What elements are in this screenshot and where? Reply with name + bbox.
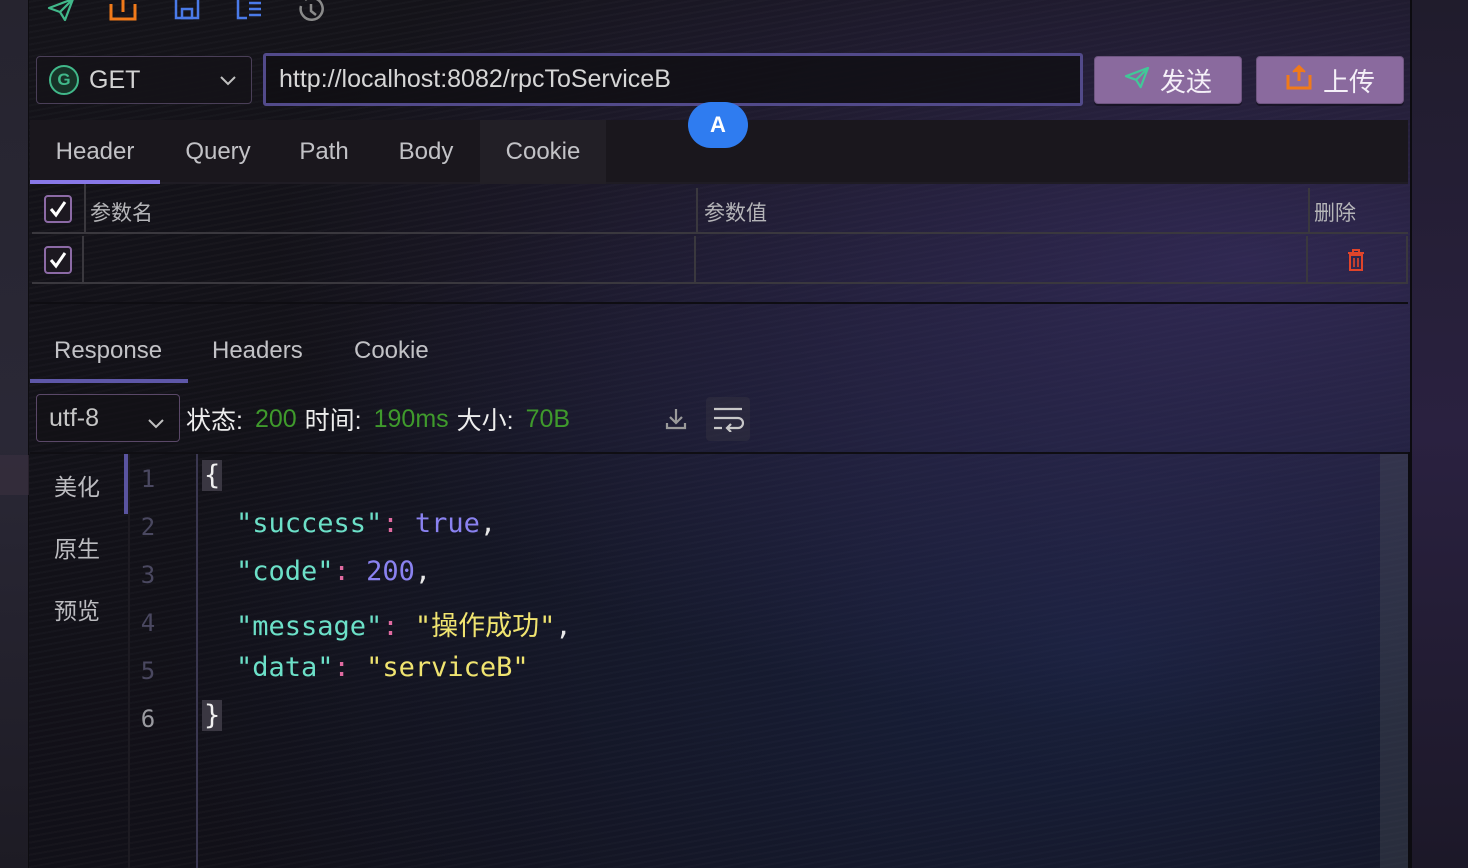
close-brace: }: [202, 700, 223, 731]
upload-icon: [1285, 63, 1313, 98]
divider: [128, 454, 130, 868]
send-label: 发送: [1159, 66, 1212, 97]
column-param-value: 参数值: [704, 202, 767, 225]
save-icon[interactable]: [172, 0, 202, 24]
tab-header[interactable]: Header: [30, 120, 160, 184]
line-number: 1: [140, 465, 156, 493]
line-number: 6: [140, 705, 156, 733]
method-select[interactable]: G GET: [36, 56, 252, 104]
view-mode-preview[interactable]: 预览: [54, 592, 100, 626]
tab-query[interactable]: Query: [160, 120, 276, 184]
params-table: 参数名 参数值 删除: [30, 184, 1408, 304]
encoding-select[interactable]: utf-8: [36, 394, 180, 442]
code-line: {: [202, 460, 223, 491]
encoding-value: utf-8: [49, 403, 100, 432]
response-status-line: 状态: 200 时间: 190ms 大小: 70B: [186, 400, 578, 438]
code-line: "data": "serviceB": [236, 652, 529, 683]
json-value: true: [414, 508, 480, 539]
status-label: 状态:: [186, 407, 243, 435]
left-sidebar-edge: [0, 0, 29, 868]
line-number: 5: [140, 657, 156, 685]
method-badge: G: [49, 65, 79, 95]
view-mode-raw[interactable]: 原生: [54, 530, 100, 564]
divider: [30, 452, 1408, 454]
view-mode-pretty[interactable]: 美化: [54, 468, 100, 502]
tab-response[interactable]: Response: [54, 320, 162, 382]
vertical-scrollbar[interactable]: [1380, 454, 1408, 868]
document-list-icon[interactable]: [234, 0, 264, 24]
json-key: "data": [236, 652, 334, 683]
size-value: 70B: [525, 404, 571, 433]
trash-icon[interactable]: [1346, 249, 1366, 276]
json-value: "操作成功": [414, 611, 556, 642]
export-icon[interactable]: [108, 0, 138, 24]
tab-response-headers[interactable]: Headers: [212, 320, 303, 382]
size-label: 大小:: [456, 407, 514, 435]
json-value: "serviceB": [366, 652, 529, 683]
word-wrap-icon[interactable]: [706, 397, 750, 441]
tab-cookie[interactable]: Cookie: [480, 120, 606, 184]
upload-button[interactable]: 上传: [1256, 56, 1404, 104]
upload-label: 上传: [1322, 66, 1375, 97]
tab-path[interactable]: Path: [276, 120, 372, 184]
code-line: "code": 200,: [236, 556, 432, 587]
column-param-name: 参数名: [90, 202, 153, 225]
select-all-checkbox[interactable]: [44, 195, 72, 223]
json-value: 200: [366, 556, 415, 587]
param-name-input[interactable]: [84, 236, 694, 284]
send-icon: [1124, 65, 1150, 96]
line-number: 2: [140, 513, 156, 541]
history-icon[interactable]: [296, 0, 326, 24]
send-icon[interactable]: [46, 0, 76, 24]
table-row: [32, 236, 1408, 284]
status-value: 200: [254, 404, 297, 433]
json-key: "message": [236, 611, 383, 642]
param-value-input[interactable]: [696, 236, 1306, 284]
method-value: GET: [89, 65, 141, 94]
chevron-down-icon: [219, 71, 237, 89]
divider: [1408, 452, 1411, 868]
line-number: 3: [140, 561, 156, 589]
url-input[interactable]: http://localhost:8082/rpcToServiceB: [263, 53, 1083, 106]
code-line: "success": true,: [236, 508, 497, 539]
line-number: 4: [140, 609, 156, 637]
send-button[interactable]: 发送: [1094, 56, 1242, 104]
cursor-badge: A: [688, 102, 748, 148]
open-brace: {: [202, 460, 223, 491]
tab-response-cookie[interactable]: Cookie: [354, 320, 429, 382]
download-icon[interactable]: [654, 397, 698, 441]
right-panel-edge: [1410, 0, 1468, 868]
time-value: 190ms: [373, 404, 449, 433]
json-key: "success": [236, 508, 383, 539]
column-delete: 删除: [1314, 202, 1356, 225]
code-line: }: [202, 700, 223, 731]
json-key: "code": [236, 556, 334, 587]
tab-body[interactable]: Body: [372, 120, 480, 184]
time-label: 时间:: [304, 407, 362, 435]
chevron-down-icon: [147, 410, 165, 439]
active-tab-indicator: [30, 379, 188, 383]
table-header-row: 参数名 参数值 删除: [32, 184, 1408, 234]
row-checkbox[interactable]: [44, 246, 72, 274]
gutter-divider: [196, 454, 198, 868]
code-line: "message": "操作成功",: [236, 611, 572, 642]
